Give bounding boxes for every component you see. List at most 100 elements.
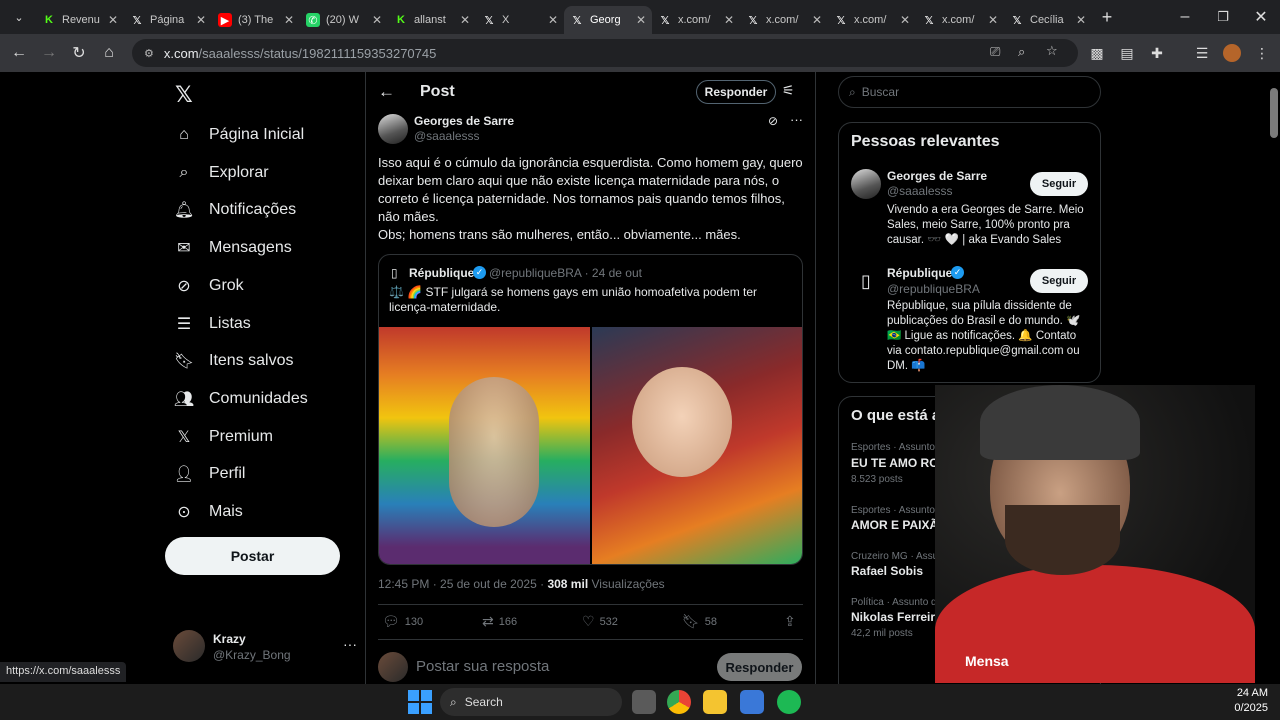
account-switcher[interactable]: Krazy @Krazy_Bong ··· bbox=[173, 630, 357, 664]
quote-image-child[interactable] bbox=[592, 327, 802, 564]
close-tab-icon[interactable]: ✕ bbox=[372, 13, 382, 27]
zoom-icon[interactable]: ⌕ bbox=[1018, 44, 1025, 60]
person-name[interactable]: République bbox=[887, 266, 952, 280]
close-tab-icon[interactable]: ✕ bbox=[724, 13, 734, 27]
browser-tab[interactable]: 𝕏 X ✕ bbox=[476, 6, 564, 34]
browser-tab[interactable]: ✆ (20) W ✕ bbox=[300, 6, 388, 34]
browser-tab[interactable]: 𝕏 Cecília ✕ bbox=[1004, 6, 1092, 34]
nav-item[interactable]: ⌂ Página Inicial bbox=[173, 117, 304, 153]
close-tab-icon[interactable]: ✕ bbox=[636, 13, 646, 27]
repost-stat[interactable]: ⇄ 166 bbox=[482, 613, 517, 630]
address-bar[interactable]: ⚙ x.com/saaalesss/status/198211115935327… bbox=[132, 39, 1078, 67]
tab-search-button[interactable]: ⌄ bbox=[2, 4, 36, 30]
close-tab-icon[interactable]: ✕ bbox=[196, 13, 206, 27]
browser-menu-icon[interactable]: ⋮ bbox=[1248, 39, 1276, 67]
nav-item[interactable]: ☰ Listas bbox=[173, 306, 251, 342]
filter-icon[interactable]: ⚟ bbox=[782, 82, 795, 99]
install-app-icon[interactable]: ⎚ bbox=[990, 44, 1000, 60]
verified-badge-icon: ✓ bbox=[951, 266, 964, 279]
close-tab-icon[interactable]: ✕ bbox=[460, 13, 470, 27]
browser-tab[interactable]: 𝕏 Página ✕ bbox=[124, 6, 212, 34]
divider bbox=[378, 604, 803, 605]
author-name[interactable]: Georges de Sarre bbox=[414, 114, 514, 128]
author-avatar[interactable] bbox=[378, 114, 408, 144]
nav-item[interactable]: ✉ Mensagens bbox=[173, 230, 291, 266]
back-button[interactable]: ← bbox=[4, 38, 34, 68]
account-more-icon[interactable]: ··· bbox=[343, 636, 357, 652]
nav-item-label: Premium bbox=[209, 427, 274, 445]
follow-button[interactable]: Seguir bbox=[1030, 269, 1088, 293]
media-control-icon[interactable]: ☰ bbox=[1188, 39, 1216, 67]
browser-tab[interactable]: 𝕏x.com/ ✕ bbox=[652, 6, 740, 34]
scrollbar-thumb[interactable] bbox=[1270, 88, 1278, 138]
close-tab-icon[interactable]: ✕ bbox=[988, 13, 998, 27]
more-options-icon[interactable]: ··· bbox=[790, 112, 803, 127]
store-icon[interactable] bbox=[740, 690, 764, 714]
reload-button[interactable]: ↻ bbox=[64, 38, 94, 68]
tab-label: Cecília bbox=[1030, 14, 1064, 26]
taskbar-clock[interactable]: 24 AM 0/2025 bbox=[1232, 686, 1268, 716]
nav-item[interactable]: 🔖︎ Itens salvos bbox=[173, 343, 294, 379]
browser-tab[interactable]: 𝕏x.com/ ✕ bbox=[740, 6, 828, 34]
profile-avatar[interactable] bbox=[1218, 39, 1246, 67]
nav-item[interactable]: ⊙ Mais bbox=[173, 494, 242, 530]
browser-tab[interactable]: 𝕏x.com/ ✕ bbox=[828, 6, 916, 34]
grok-icon[interactable]: ⊘ bbox=[768, 114, 778, 128]
nav-item[interactable]: ⌕ Explorar bbox=[173, 155, 269, 191]
taskbar-search[interactable]: ⌕ Search bbox=[440, 688, 622, 716]
author-handle[interactable]: @saaalesss bbox=[414, 129, 480, 143]
close-tab-icon[interactable]: ✕ bbox=[1076, 13, 1086, 27]
minimize-button[interactable]: – bbox=[1170, 2, 1200, 32]
follow-button[interactable]: Seguir bbox=[1030, 172, 1088, 196]
x-logo[interactable]: 𝕏 bbox=[175, 82, 193, 108]
browser-tab[interactable]: 𝕏x.com/ ✕ bbox=[916, 6, 1004, 34]
nav-item[interactable]: 🔔︎ Notificações bbox=[173, 192, 296, 228]
close-tab-icon[interactable]: ✕ bbox=[284, 13, 294, 27]
close-tab-icon[interactable]: ✕ bbox=[548, 13, 558, 27]
browser-tab[interactable]: Kallanst ✕ bbox=[388, 6, 476, 34]
spotify-icon[interactable] bbox=[777, 690, 801, 714]
search-input[interactable]: ⌕ Buscar bbox=[838, 76, 1101, 108]
site-info-icon[interactable]: ⚙ bbox=[144, 47, 154, 60]
home-button[interactable]: ⌂ bbox=[94, 38, 124, 68]
close-tab-icon[interactable]: ✕ bbox=[900, 13, 910, 27]
extension-icon-1[interactable]: ▩ bbox=[1083, 39, 1111, 67]
back-arrow-icon[interactable]: ← bbox=[378, 82, 395, 102]
tab-label: x.com/ bbox=[942, 14, 975, 26]
extension-icon-2[interactable]: ▤ bbox=[1113, 39, 1141, 67]
nav-item[interactable]: 𝕏 Premium bbox=[173, 419, 273, 455]
extensions-puzzle-icon[interactable]: ✚ bbox=[1143, 39, 1171, 67]
new-tab-button[interactable]: + bbox=[1092, 2, 1122, 32]
task-view-icon[interactable] bbox=[632, 690, 656, 714]
quote-image-hands[interactable] bbox=[379, 327, 590, 564]
bookmark-stat[interactable]: 🔖︎ 58 bbox=[682, 613, 717, 630]
restore-button[interactable]: ❐ bbox=[1208, 2, 1238, 32]
chrome-icon[interactable] bbox=[667, 690, 691, 714]
close-tab-icon[interactable]: ✕ bbox=[108, 13, 118, 27]
quoted-post[interactable]: ▯ République ✓ @republiqueBRA · 24 de ou… bbox=[378, 254, 803, 565]
share-button[interactable]: ⇪ bbox=[784, 613, 801, 630]
person-name[interactable]: Georges de Sarre bbox=[887, 169, 987, 183]
browser-tab[interactable]: 𝕏 Georg ✕ bbox=[564, 6, 652, 34]
post-button[interactable]: Postar bbox=[165, 537, 340, 575]
browser-tab[interactable]: ▶ (3) The ✕ bbox=[212, 6, 300, 34]
reply-input[interactable]: Postar sua resposta bbox=[416, 658, 549, 675]
reply-submit-button[interactable]: Responder bbox=[717, 653, 802, 681]
file-explorer-icon[interactable] bbox=[703, 690, 727, 714]
like-stat[interactable]: ♡ 532 bbox=[582, 613, 618, 630]
person-avatar[interactable] bbox=[851, 169, 881, 199]
bookmark-star-icon[interactable]: ☆ bbox=[1046, 43, 1058, 59]
forward-button[interactable]: → bbox=[34, 38, 64, 68]
close-tab-icon[interactable]: ✕ bbox=[812, 13, 822, 27]
nav-item[interactable]: 👥︎ Comunidades bbox=[173, 381, 308, 417]
nav-item[interactable]: 👤︎ Perfil bbox=[173, 456, 246, 492]
start-button[interactable] bbox=[408, 690, 432, 714]
nav-item-label: Grok bbox=[209, 276, 244, 294]
nav-item[interactable]: ⊘ Grok bbox=[173, 268, 244, 304]
page-scrollbar[interactable] bbox=[1268, 72, 1280, 684]
reply-header-button[interactable]: Responder bbox=[696, 80, 776, 104]
reply-stat[interactable]: 💬︎ 130 bbox=[382, 613, 423, 630]
close-window-button[interactable]: ✕ bbox=[1246, 2, 1276, 32]
person-avatar-icon[interactable]: ▯ bbox=[851, 266, 881, 296]
browser-tab[interactable]: K Revenu ✕ bbox=[36, 6, 124, 34]
